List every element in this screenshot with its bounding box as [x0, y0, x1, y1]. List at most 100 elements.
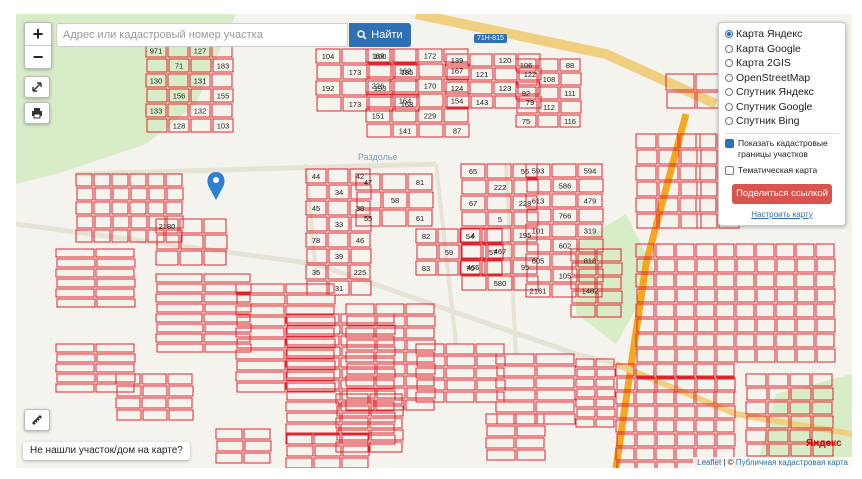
parcel[interactable] [696, 149, 718, 165]
parcel[interactable] [475, 343, 505, 355]
parcel[interactable] [366, 63, 392, 78]
parcel[interactable] [285, 457, 313, 468]
find-button[interactable]: Найти [349, 23, 411, 47]
parcel[interactable] [340, 313, 395, 324]
parcel[interactable] [736, 288, 756, 303]
parcel[interactable] [286, 294, 336, 305]
parcel[interactable] [746, 387, 768, 401]
parcel[interactable] [578, 208, 604, 223]
parcel[interactable] [515, 413, 545, 425]
parcel[interactable] [715, 303, 735, 318]
parcel[interactable] [155, 273, 203, 283]
parcel[interactable] [756, 348, 776, 363]
parcel[interactable] [408, 191, 434, 209]
parcel[interactable] [575, 378, 595, 388]
parcel[interactable] [516, 425, 546, 437]
parcel[interactable] [816, 318, 836, 333]
parcel[interactable] [286, 445, 314, 457]
parcel[interactable] [129, 173, 147, 187]
parcel[interactable] [236, 294, 286, 305]
share-link-button[interactable]: Поделиться ссылкой [732, 183, 832, 204]
parcel[interactable] [445, 343, 475, 355]
parcel[interactable] [461, 179, 487, 195]
parcel[interactable] [111, 201, 129, 215]
parcel[interactable] [141, 397, 167, 409]
parcel[interactable] [775, 273, 795, 288]
parcel[interactable] [676, 258, 696, 273]
parcel[interactable] [775, 333, 795, 348]
parcel[interactable] [55, 343, 95, 353]
parcel[interactable] [775, 243, 795, 258]
parcel[interactable] [796, 288, 816, 303]
parcel[interactable] [156, 303, 204, 313]
parcel[interactable] [815, 303, 835, 318]
parcel[interactable] [656, 405, 676, 419]
parcel[interactable] [695, 303, 715, 318]
parcel[interactable] [696, 318, 716, 333]
parcel[interactable] [716, 377, 736, 391]
parcel[interactable] [696, 405, 716, 419]
parcel[interactable] [595, 398, 615, 408]
parcel[interactable] [93, 201, 111, 215]
parcel[interactable] [695, 197, 717, 213]
parcel[interactable] [393, 48, 419, 64]
parcel[interactable] [366, 93, 392, 108]
parcel[interactable] [756, 318, 776, 333]
parcel[interactable] [696, 433, 716, 447]
parcel[interactable] [469, 81, 493, 95]
parcel[interactable] [795, 303, 815, 318]
parcel[interactable] [469, 53, 493, 67]
parcel[interactable] [736, 348, 756, 363]
parcel[interactable] [676, 318, 696, 333]
parcel[interactable] [350, 248, 372, 264]
parcel[interactable] [76, 187, 94, 201]
parcel[interactable] [696, 377, 716, 391]
parcel[interactable] [636, 181, 658, 197]
parcel[interactable] [243, 428, 271, 440]
parcel[interactable] [736, 258, 756, 273]
parcel[interactable] [418, 93, 444, 108]
parcel[interactable] [216, 440, 244, 452]
parcel[interactable] [636, 405, 656, 419]
parcel[interactable] [716, 258, 736, 273]
parcel[interactable] [393, 80, 419, 96]
parcel[interactable] [130, 187, 148, 201]
parcel[interactable] [156, 343, 204, 353]
parcel[interactable] [745, 373, 767, 387]
parcel[interactable] [416, 244, 438, 260]
parcel[interactable] [576, 388, 596, 398]
parcel[interactable] [486, 259, 512, 275]
parcel[interactable] [461, 243, 487, 259]
parcel[interactable] [381, 209, 407, 227]
parcel[interactable] [327, 200, 349, 216]
parcel[interactable] [715, 363, 735, 377]
parcel[interactable] [327, 168, 349, 184]
parcel[interactable] [676, 288, 696, 303]
parcel[interactable] [675, 333, 695, 348]
parcel[interactable] [776, 258, 796, 273]
parcel[interactable] [680, 149, 702, 165]
parcel[interactable] [203, 333, 251, 343]
parcel[interactable] [313, 457, 341, 468]
parcel[interactable] [636, 433, 656, 447]
show-borders-checkbox[interactable]: Показать кадастровые границы участков [725, 138, 839, 160]
parcel[interactable] [735, 273, 755, 288]
parcel[interactable] [695, 333, 715, 348]
parcel[interactable] [656, 433, 676, 447]
parcel[interactable] [116, 409, 142, 421]
parcel[interactable] [551, 223, 577, 238]
parcel[interactable] [494, 67, 518, 81]
parcel[interactable] [675, 447, 695, 461]
parcel[interactable] [244, 440, 272, 452]
not-found-button[interactable]: Не нашли участок/дом на карте? [23, 442, 190, 460]
radio[interactable] [725, 44, 733, 53]
parcel[interactable] [715, 333, 735, 348]
parcel[interactable] [636, 461, 656, 468]
parcel[interactable] [55, 268, 95, 278]
parcel[interactable] [716, 348, 736, 363]
parcel[interactable] [166, 187, 184, 201]
parcel[interactable] [635, 133, 657, 149]
radio[interactable] [725, 102, 733, 111]
leaflet-link[interactable]: Leaflet [697, 458, 721, 467]
parcel[interactable] [203, 218, 227, 234]
